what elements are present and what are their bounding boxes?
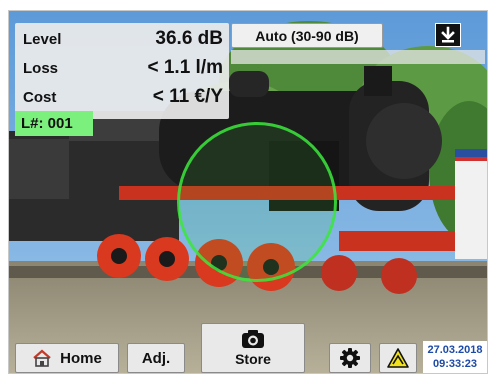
loss-label: Loss [23,59,59,77]
home-icon [33,349,51,367]
download-button[interactable] [435,23,461,47]
acoustic-focus-circle [177,122,337,282]
gear-icon [340,348,360,368]
settings-button[interactable] [329,343,371,373]
measurement-readout: Level 36.6 dB Loss < 1.1 l/m Cost < 11 €… [15,23,229,119]
store-label: Store [235,351,271,367]
level-row: Level 36.6 dB [23,25,223,53]
top-info-strip [231,50,485,64]
level-label: Level [23,30,62,48]
date-text: 27.03.2018 [427,344,483,356]
warning-triangle-icon [387,348,409,368]
adjust-button[interactable]: Adj. [127,343,185,373]
cost-value: < 11 €/Y [152,86,223,107]
range-selector-button[interactable]: Auto (30-90 dB) [231,23,383,48]
loss-row: Loss < 1.1 l/m [23,54,223,82]
download-icon [441,26,455,43]
time-text: 09:33:23 [432,358,478,370]
camera-screen: Level 36.6 dB Loss < 1.1 l/m Cost < 11 €… [8,10,488,374]
home-label: Home [60,349,102,367]
home-button[interactable]: Home [15,343,119,373]
loss-value: < 1.1 l/m [147,57,223,78]
cost-row: Cost < 11 €/Y [23,83,223,111]
level-value: 36.6 dB [155,28,223,49]
cost-label: Cost [23,88,57,106]
location-number-badge[interactable]: L#: 001 [15,111,93,136]
date-time-display: 27.03.2018 09:33:23 [423,341,487,373]
camera-icon [242,330,264,348]
warning-button[interactable] [379,343,417,373]
store-button[interactable]: Store [201,323,305,373]
